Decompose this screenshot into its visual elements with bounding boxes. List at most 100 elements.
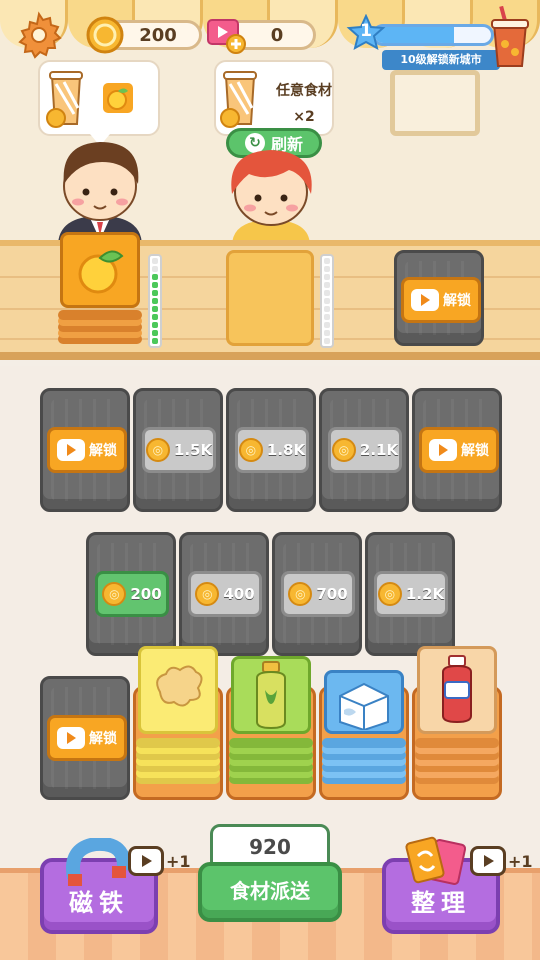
grid-row1-tile-4: ◎ 2.1K (319, 388, 409, 512)
unlock-button[interactable]: 解锁 (47, 427, 127, 473)
price-label: 700 (316, 585, 348, 603)
ingredient-card[interactable] (417, 646, 497, 734)
progress-segment (152, 322, 158, 328)
coin-icon: ◎ (145, 438, 170, 462)
ad-ticket-icon[interactable] (206, 16, 246, 54)
magnet-ad-icon (128, 846, 164, 876)
counter-slot-2[interactable] (226, 250, 314, 346)
grid-row2-tile-1: ◎ 200 (86, 532, 176, 656)
order-bubble-1 (38, 60, 160, 146)
milk-carton-icon (339, 682, 389, 730)
progress-segment (152, 290, 158, 296)
progress-segment (324, 258, 330, 264)
orange-icon (78, 250, 124, 294)
unlock-button[interactable]: 解锁 (419, 427, 499, 473)
sort-bonus: +1 (508, 852, 533, 871)
progress-segment (152, 298, 158, 304)
ingredient-card[interactable] (138, 646, 218, 734)
ginger-icon (156, 665, 203, 707)
coin-icon: ◎ (377, 582, 402, 606)
progress-segment (152, 258, 158, 264)
card-stack-layer (415, 738, 499, 748)
unlock-button[interactable]: 解锁 (47, 715, 127, 761)
order-text-line1: 任意食材 (276, 83, 332, 99)
progress-segment (152, 266, 158, 272)
ingredient-card[interactable] (324, 670, 404, 734)
grid-row2-tile-3: ◎ 700 (272, 532, 362, 656)
price-label: 1.8K (266, 441, 306, 459)
order-bubble-2: 任意食材 ×2 (214, 60, 334, 146)
drink-order-icon (46, 71, 83, 128)
buy-tile-button[interactable]: ◎ 1.8K (235, 427, 309, 473)
progress-segment (152, 330, 158, 336)
coin-icon: ◎ (288, 582, 313, 606)
counter-slot-3-locked: 解锁 (394, 250, 484, 346)
magnet-icon (66, 838, 128, 886)
unlock-label: 解锁 (89, 443, 117, 459)
progress-segment (324, 266, 330, 272)
unlock-label: 解锁 (461, 443, 489, 459)
grid-row3-tile-3[interactable] (226, 656, 316, 800)
level-caption: 10级解锁新城市 (382, 50, 500, 70)
price-label: 1.2K (405, 585, 445, 603)
progress-segment (324, 314, 330, 320)
progress-segment (324, 274, 330, 280)
price-label: 200 (130, 585, 162, 603)
video-ad-icon (57, 727, 85, 749)
order-text: 任意食材 ×2 (276, 78, 332, 130)
grid-row1-tile-1: 解锁 (40, 388, 130, 512)
grid-row3-tile-1: 解锁 (40, 676, 130, 800)
card-stack-layer (322, 738, 406, 748)
card-stack-layer (136, 738, 220, 748)
buy-tile-button[interactable]: ◎ 700 (281, 571, 355, 617)
dispatch-ingredients-button[interactable]: 食材派送 (198, 862, 342, 922)
any-ingredient-icon (220, 71, 257, 128)
buy-tile-button[interactable]: ◎ 2.1K (328, 427, 402, 473)
unlock-label: 解锁 (443, 293, 471, 309)
grid-row1-tile-5: 解锁 (412, 388, 502, 512)
grid-row2-tile-2: ◎ 400 (179, 532, 269, 656)
level-progress-fill (375, 27, 454, 43)
customer-girl (231, 150, 312, 246)
price-label: 400 (223, 585, 255, 603)
progress-segment (324, 290, 330, 296)
progress-segment (152, 306, 158, 312)
grid-row1-tile-3: ◎ 1.8K (226, 388, 316, 512)
video-ad-icon (57, 439, 85, 461)
video-ad-icon (411, 289, 439, 311)
unlock-button[interactable]: 解锁 (401, 277, 481, 323)
unlock-label: 解锁 (89, 731, 117, 747)
counter-slot-1[interactable] (58, 232, 142, 348)
shop-window (390, 70, 480, 136)
grid-row3-tile-2[interactable] (133, 646, 223, 800)
coin-icon: ◎ (102, 582, 127, 606)
level-progress-bar (372, 24, 494, 46)
syrup-bottle-icon (442, 655, 472, 724)
grid-row3-tile-4[interactable] (319, 670, 409, 800)
buy-tile-button[interactable]: ◎ 200 (95, 571, 169, 617)
price-label: 1.5K (173, 441, 213, 459)
price-label: 2.1K (359, 441, 399, 459)
drink-cup-icon (491, 6, 529, 67)
grid-row1-tile-2: ◎ 1.5K (133, 388, 223, 512)
progress-segment (324, 322, 330, 328)
orange-card[interactable] (60, 232, 140, 308)
level-number: 1 (360, 21, 372, 41)
buy-tile-button[interactable]: ◎ 400 (188, 571, 262, 617)
tea-bottle-icon (256, 661, 286, 730)
coin-icon: ◎ (238, 438, 263, 462)
grid-row2-tile-4: ◎ 1.2K (365, 532, 455, 656)
buy-tile-button[interactable]: ◎ 1.2K (374, 571, 448, 617)
card-stack-layer (229, 738, 313, 748)
settings-gear-icon[interactable] (14, 10, 64, 60)
coin-icon: ◎ (195, 582, 220, 606)
buy-tile-button[interactable]: ◎ 1.5K (142, 427, 216, 473)
coin-icon: ◎ (331, 438, 356, 462)
grid-row3-tile-5[interactable] (412, 646, 502, 800)
ingredient-card[interactable] (231, 656, 311, 734)
sort-cards-icon (405, 836, 467, 885)
orange-icon (103, 83, 133, 113)
progress-segment (152, 314, 158, 320)
progress-segment (152, 338, 158, 344)
progress-segment (324, 306, 330, 312)
